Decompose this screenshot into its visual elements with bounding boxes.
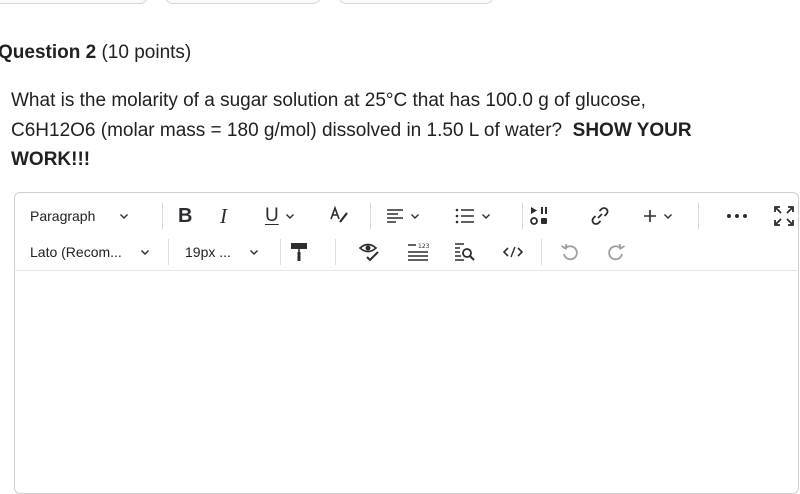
svg-text:123: 123 (418, 243, 429, 250)
redo-button[interactable] (606, 235, 626, 269)
toolbar-divider (168, 239, 169, 265)
undo-button[interactable] (560, 235, 580, 269)
toolbar-divider (370, 203, 371, 229)
question-emphasis: SHOW YOUR (572, 119, 692, 141)
block-format-select[interactable]: Paragraph (30, 199, 129, 233)
accessibility-checker-button[interactable] (359, 235, 381, 269)
link-button[interactable] (590, 199, 610, 233)
bulleted-list-icon (455, 208, 474, 224)
toolbar-divider (541, 239, 542, 265)
toolbar-divider (522, 203, 523, 229)
italic-button[interactable]: I (220, 199, 227, 233)
question-text-line2: C6H12O6 (molar mass = 180 g/mol) dissolv… (11, 119, 563, 141)
toolbar-bottom-border (14, 270, 797, 271)
top-tab-stub (0, 0, 148, 4)
align-dropdown[interactable] (386, 199, 420, 233)
word-count-button[interactable]: 123 (407, 235, 429, 269)
question-number: Question 2 (0, 42, 97, 63)
chevron-down-icon (285, 214, 294, 219)
chevron-down-icon (249, 250, 258, 255)
format-painter-button[interactable] (290, 235, 308, 269)
more-button[interactable] (726, 199, 748, 233)
text-format-button[interactable] (329, 199, 351, 233)
source-code-icon (502, 246, 524, 258)
toolbar-divider (162, 203, 163, 229)
insert-media-button[interactable] (530, 199, 550, 233)
toolbar-divider (335, 239, 336, 265)
fullscreen-button[interactable] (774, 199, 794, 233)
undo-icon (561, 243, 578, 261)
chevron-down-icon (140, 250, 149, 255)
italic-icon: I (220, 203, 227, 228)
insert-media-icon (530, 207, 547, 225)
align-left-icon (387, 209, 403, 223)
word-count-icon: 123 (408, 243, 429, 261)
chevron-down-icon (482, 214, 490, 219)
editor-content-area[interactable] (15, 273, 798, 493)
font-family-value: Lato (Recom... (30, 244, 122, 260)
toolbar-row-2: Lato (Recom... 19px ... 123 (15, 235, 798, 269)
chevron-down-icon (664, 214, 672, 219)
question-heading: Question 2 (10 points) (0, 42, 191, 64)
link-icon (591, 207, 609, 225)
font-size-select[interactable]: 19px ... (185, 235, 259, 269)
font-size-value: 19px ... (185, 244, 231, 260)
fullscreen-icon (774, 206, 794, 226)
redo-icon (608, 243, 625, 261)
toolbar-row-1: Paragraph B I U (15, 199, 798, 233)
bold-icon: B (178, 204, 193, 227)
top-tab-stub (338, 0, 494, 4)
insert-dropdown[interactable] (643, 199, 673, 233)
source-code-button[interactable] (502, 235, 524, 269)
text-format-icon (330, 206, 348, 223)
more-icon (727, 214, 747, 218)
bold-button[interactable]: B (178, 199, 192, 233)
accessibility-checker-icon (359, 243, 379, 262)
plus-icon (644, 210, 656, 222)
find-replace-button[interactable] (454, 235, 476, 269)
top-tab-stub (165, 0, 321, 4)
list-dropdown[interactable] (455, 199, 491, 233)
toolbar-divider (698, 203, 699, 229)
chevron-down-icon (120, 214, 129, 219)
question-emphasis-2: WORK!!! (11, 149, 91, 170)
question-points: (10 points) (101, 42, 192, 63)
question-text-line1: What is the molarity of a sugar solution… (11, 90, 646, 111)
chevron-down-icon (411, 214, 419, 219)
format-painter-icon (291, 243, 307, 261)
font-family-select[interactable]: Lato (Recom... (30, 235, 150, 269)
find-replace-icon (455, 243, 475, 261)
toolbar-divider (280, 239, 281, 265)
answer-editor: Paragraph B I U Lato (Recom... 19px ... … (14, 192, 799, 494)
block-format-value: Paragraph (30, 208, 96, 224)
question-text: What is the molarity of a sugar solution… (11, 86, 771, 175)
underline-button[interactable]: U (265, 199, 295, 233)
underline-icon: U (265, 205, 279, 226)
